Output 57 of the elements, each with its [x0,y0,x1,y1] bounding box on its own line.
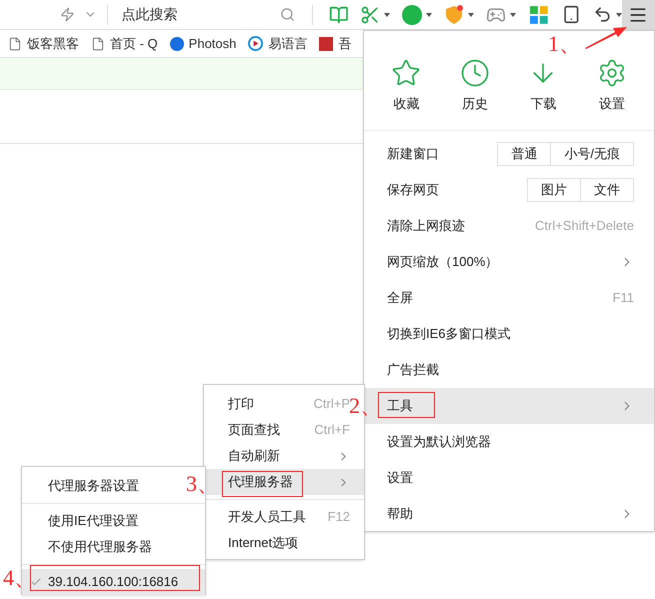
clock-icon [460,58,490,88]
page-icon [91,36,105,50]
bookmark-item[interactable]: 饭客黑客 [8,34,79,54]
bookmark-item[interactable]: Photosh [170,34,236,54]
menu-item[interactable]: 页面查找 Ctrl+F [228,417,350,443]
menu-shortcut-tile[interactable]: 收藏 [372,58,440,114]
menu-item[interactable]: 代理服务器 [204,469,364,495]
menu-item[interactable]: 打印 Ctrl+P [228,391,350,417]
menu-item[interactable]: 39.104.160.100:16816 [22,569,205,595]
caret-icon [510,12,516,16]
option-button[interactable]: 文件 [581,178,634,202]
shield-icon[interactable] [444,4,464,24]
menu-item[interactable]: 不使用代理服务器 [30,534,152,560]
undo-icon[interactable] [592,5,612,24]
menu-item[interactable]: 自动刷新 [228,443,350,469]
bookmark-item[interactable]: 易语言 [248,34,308,54]
search-field[interactable]: 点此搜索 [122,4,280,25]
tiles-icon[interactable] [530,6,548,24]
menu-item[interactable]: 开发人员工具 F12 [228,504,350,530]
menu-item[interactable]: 新建窗口 普通 小号/无痕 [364,136,654,172]
caret-icon [384,12,390,16]
menu-shortcut-tile[interactable]: 历史 [440,58,509,114]
menu-item[interactable]: 全屏 F11 [364,280,654,316]
menu-shortcut-tile[interactable]: 下载 [509,58,578,114]
menu-item[interactable]: 设置 [364,460,654,496]
annotation-number: 1、 [548,33,581,55]
star-icon [391,58,422,88]
menu-item[interactable]: 代理服务器设置 [30,473,139,499]
menu-item[interactable]: 设置为默认浏览器 [364,424,654,460]
menu-item[interactable]: 切换到IE6多窗口模式 [364,316,654,352]
menu-button[interactable] [622,0,655,30]
annotation-box [378,392,435,418]
book-icon[interactable] [328,4,348,24]
menu-item[interactable]: Internet选项 [228,530,350,556]
menu-item[interactable]: 广告拦截 [364,352,654,388]
option-button[interactable]: 普通 [497,142,552,166]
play-icon [248,36,264,51]
menu-item[interactable]: 网页缩放（100%） [364,244,654,280]
menu-item[interactable]: 清除上网痕迹 Ctrl+Shift+Delete [364,208,654,244]
option-button[interactable]: 小号/无痕 [551,142,634,166]
search-icon [280,7,295,22]
option-button[interactable]: 图片 [527,178,581,202]
check-icon [30,576,42,588]
bookmark-item[interactable]: 吾 [319,34,352,54]
page-icon [8,36,22,50]
scissors-icon[interactable] [360,4,380,24]
lightning-icon[interactable] [60,7,75,22]
caret-icon [468,12,474,16]
bookmark-item[interactable]: 首页 - Q [91,34,158,54]
seal-icon [319,36,334,50]
menu-shortcut-tile[interactable]: 设置 [578,58,646,114]
annotation-arrow [583,24,628,50]
caret-icon [426,12,432,16]
tablet-icon[interactable] [562,5,581,24]
menu-item[interactable]: 帮助 [364,496,654,532]
menu-item[interactable]: 使用IE代理设置 [30,508,138,534]
menu-item[interactable]: 保存网页 图片 文件 [364,172,654,208]
